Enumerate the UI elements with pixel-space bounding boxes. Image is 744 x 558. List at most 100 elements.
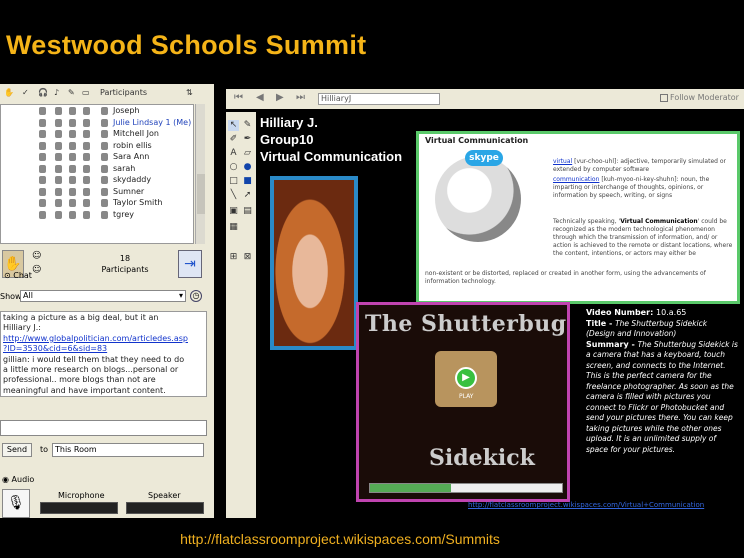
select-tool-icon[interactable]: ↖: [228, 120, 239, 131]
hand-icon[interactable]: ✋: [4, 88, 14, 97]
user-icon: [101, 118, 108, 127]
speaker-meter[interactable]: [126, 502, 204, 514]
user-icon: [101, 107, 108, 115]
rectangle-tool-icon[interactable]: □: [228, 176, 239, 187]
to-label: to: [40, 445, 49, 454]
headset-icon: [39, 187, 46, 196]
eraser-tool-icon[interactable]: ▱: [242, 148, 253, 159]
emoticon-icon[interactable]: ☺: [32, 251, 41, 261]
user-icon: [101, 153, 108, 161]
line-tool-icon[interactable]: ╲: [228, 190, 239, 201]
participant-row[interactable]: Mitchell Jon: [1, 129, 195, 140]
mic-icon: [55, 176, 62, 184]
card-description: Technically speaking, 'Virtual Communica…: [553, 218, 733, 257]
screen-capture-icon[interactable]: ▦: [228, 222, 239, 233]
whiteboard-toolbar: ⏮ ◀ ▶ ⏭ HilliaryJ Follow Moderator: [226, 89, 744, 109]
pen-icon: [69, 118, 76, 127]
chat-line: a little more research on blogs...person…: [3, 365, 179, 375]
marker-tool-icon[interactable]: ✐: [228, 134, 239, 145]
presenter-photo: [270, 176, 358, 350]
show-select[interactable]: All ▾: [20, 290, 186, 302]
participant-row[interactable]: skydaddy: [1, 175, 195, 186]
whiteboard-tools: ↖ ✎ ✐ ✒ A ▱ ○ ● □ ■ ╲ ➚ ▣ ▤ ▦ ⊞ ⊠: [226, 112, 256, 518]
whiteboard-canvas[interactable]: Hilliary J. Group10 Virtual Communicatio…: [256, 112, 740, 518]
chat-line[interactable]: ?ID=3530&cid=6&sid=83: [3, 344, 204, 354]
chat-line: gillian: i would tell them that they nee…: [3, 354, 185, 364]
pencil-tool-icon[interactable]: ✎: [242, 120, 253, 131]
highlighter-tool-icon[interactable]: ✒: [242, 134, 253, 145]
first-page-icon[interactable]: ⏮: [234, 92, 243, 103]
prev-page-icon[interactable]: ◀: [256, 92, 264, 103]
participant-row[interactable]: sarah: [1, 164, 195, 175]
filled-ellipse-tool-icon[interactable]: ●: [242, 162, 253, 173]
play-icon[interactable]: ▶: [455, 367, 477, 389]
participant-scrollbar[interactable]: [195, 104, 205, 244]
headset-icon[interactable]: 🎧: [38, 88, 48, 97]
pointer-tool-icon[interactable]: ➚: [242, 190, 253, 201]
chat-line[interactable]: http://www.globalpolitician.com/articled…: [3, 334, 204, 344]
audio-header: ◉ Audio: [2, 475, 35, 484]
zoom-icon[interactable]: ⊠: [242, 252, 253, 263]
chat-header: ⊙ Chat: [4, 271, 32, 280]
participant-name: sarah: [113, 163, 136, 173]
mic-icon: [55, 118, 62, 127]
participant-name: Taylor Smith: [113, 198, 163, 207]
mic-icon: [55, 153, 62, 161]
clock-icon[interactable]: ◷: [190, 290, 202, 302]
participant-row[interactable]: tgrey: [1, 210, 195, 221]
chat-line: meaningful and have important content.: [3, 385, 166, 395]
pen-icon: [69, 164, 76, 173]
chat-icon[interactable]: ▭: [82, 88, 90, 97]
card-footer: non-existent or be distorted, replaced o…: [425, 270, 706, 285]
next-page-icon[interactable]: ▶: [276, 92, 284, 103]
mic-icon: [55, 210, 62, 219]
participant-row[interactable]: robin ellis: [1, 141, 195, 152]
mic-icon[interactable]: ♪: [54, 88, 59, 97]
headset-icon: [39, 141, 46, 150]
ellipse-tool-icon[interactable]: ○: [228, 162, 239, 173]
text-tool-icon[interactable]: A: [228, 148, 239, 159]
chat-icon: [83, 141, 90, 150]
check-icon[interactable]: ✓: [22, 88, 29, 97]
exit-button[interactable]: ⇥: [178, 250, 202, 278]
zoom-fit-icon[interactable]: ⊞: [228, 252, 239, 263]
mic-icon: [55, 130, 62, 138]
last-page-icon[interactable]: ⏭: [296, 92, 305, 103]
send-button[interactable]: Send: [2, 443, 32, 457]
participant-row[interactable]: Joseph: [1, 106, 195, 117]
headset-icon: [39, 199, 46, 207]
image-tool-icon[interactable]: ▣: [228, 206, 239, 217]
pen-icon[interactable]: ✎: [68, 88, 75, 97]
participant-row[interactable]: Sara Ann: [1, 152, 195, 163]
participant-row[interactable]: Julie Lindsay 1 (Me): [1, 118, 195, 129]
left-panel: ✋ ✓ 🎧 ♪ ✎ ▭ Participants ⇅ Joseph Julie L…: [0, 84, 214, 518]
chat-icon: [83, 187, 90, 196]
footer-url[interactable]: http://flatclassroomproject.wikispaces.c…: [0, 531, 680, 547]
filled-rectangle-tool-icon[interactable]: ■: [242, 176, 253, 187]
chat-icon: [83, 164, 90, 173]
sort-icon[interactable]: ⇅: [186, 88, 193, 97]
recipient-select[interactable]: This Room: [52, 443, 204, 457]
video-player[interactable]: The Shutterbug ▶ PLAY Sidekick: [356, 302, 570, 502]
chat-line: Mitchell Jon: Whoo Taylor: [3, 396, 204, 397]
mic-icon: [55, 164, 62, 173]
microphone-meter[interactable]: [40, 502, 118, 514]
page-select[interactable]: HilliaryJ: [318, 93, 440, 105]
layer-tool-icon[interactable]: ▤: [242, 206, 253, 217]
chat-icon: [83, 130, 90, 138]
participants-header[interactable]: Participants: [100, 88, 147, 97]
follow-moderator-checkbox[interactable]: Follow Moderator: [660, 93, 739, 102]
user-icon: [101, 176, 108, 184]
show-label: Show: [0, 292, 22, 301]
chat-input[interactable]: [0, 420, 207, 436]
applause-icon[interactable]: ☺: [32, 265, 41, 275]
participant-row[interactable]: Taylor Smith: [1, 198, 195, 209]
video-progress[interactable]: [369, 483, 563, 493]
participant-row[interactable]: Sumner: [1, 187, 195, 198]
microphone-button[interactable]: 🎙: [2, 489, 30, 518]
chat-line: taking a picture as a big deal, but it a…: [3, 313, 159, 322]
chat-icon: [83, 118, 90, 127]
user-icon: [101, 141, 108, 150]
wiki-link[interactable]: http://flatclassroomproject.wikispaces.c…: [468, 501, 704, 509]
headset-icon: [39, 130, 46, 138]
